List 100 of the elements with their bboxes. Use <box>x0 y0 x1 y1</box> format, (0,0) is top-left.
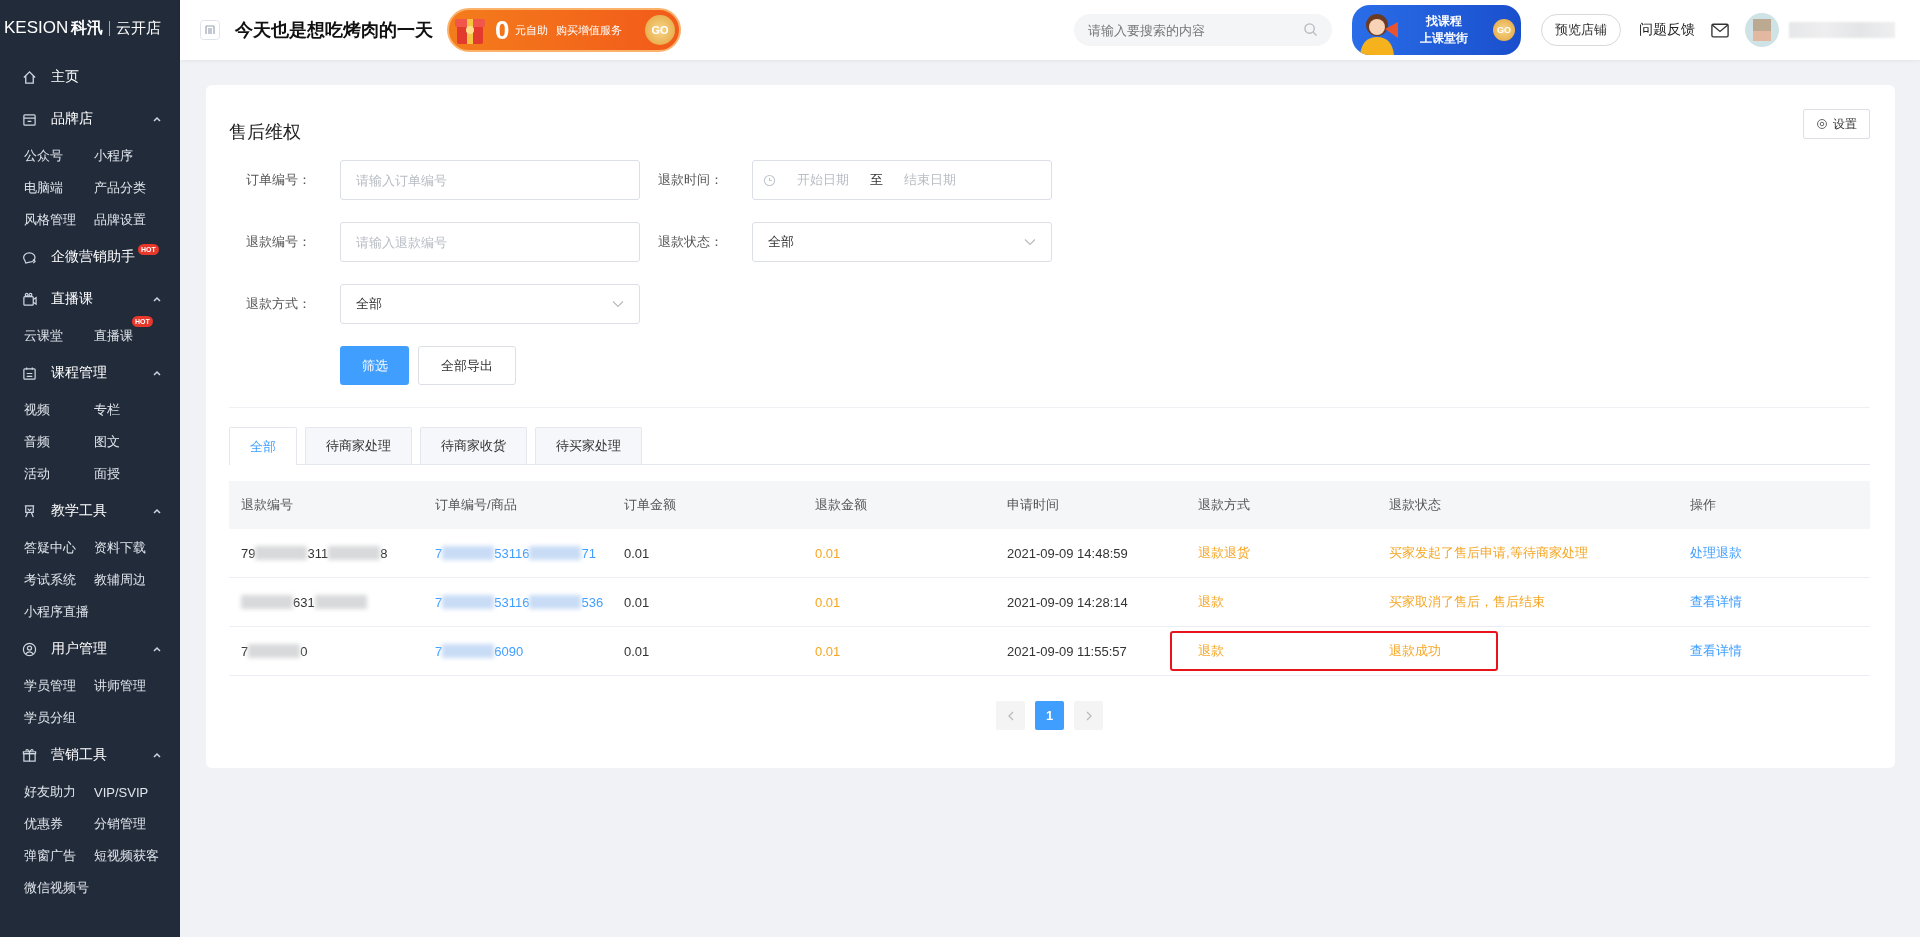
menu-group-label[interactable]: 品牌店 <box>51 110 93 128</box>
mail-icon[interactable] <box>1711 22 1729 38</box>
menu-group-label[interactable]: 教学工具 <box>51 502 107 520</box>
menu-item[interactable]: 活动 <box>24 465 50 483</box>
menu-item[interactable]: 企微营销助手 <box>51 248 135 266</box>
menu-item[interactable]: 教辅周边 <box>94 571 146 589</box>
menu-item[interactable]: 音频 <box>24 433 50 451</box>
brand-logo-text: 科汛 <box>71 17 104 38</box>
column-header: 退款状态 <box>1388 496 1442 514</box>
refund-number-cell-text: 7 0 <box>240 643 309 659</box>
go-badge: GO <box>645 15 675 45</box>
calendar-icon <box>22 365 37 381</box>
search-field[interactable]: 请输入要搜索的内容 <box>1074 14 1332 46</box>
tab[interactable]: 待买家处理 <box>535 427 642 464</box>
user-icon <box>22 641 37 657</box>
preview-store-button[interactable]: 预览店铺 <box>1541 14 1621 46</box>
menu-item[interactable]: 微信视频号 <box>24 879 89 897</box>
table-cell-text: 退款 <box>1197 642 1225 660</box>
menu-item[interactable]: 答疑中心 <box>24 539 76 557</box>
table-cell-text: 0.01 <box>814 545 842 561</box>
promo-text: 购买增值服务 <box>556 22 623 38</box>
column-header: 订单编号/商品 <box>434 496 518 514</box>
menu-item[interactable]: 学员管理 <box>24 677 76 695</box>
shop-name: 今天也是想吃烤肉的一天 <box>235 19 433 42</box>
chevron-icon[interactable] <box>152 368 162 378</box>
refund-number-cell-text: 79 311 8 <box>240 545 389 561</box>
menu-item[interactable]: 考试系统 <box>24 571 76 589</box>
text-field[interactable]: 请输入退款编号 <box>340 222 640 262</box>
menu-item[interactable]: 面授 <box>94 465 120 483</box>
course-banner[interactable]: 找课程 上课堂街 GO <box>1352 5 1521 55</box>
chevron-icon[interactable] <box>152 506 162 516</box>
chevron-right-icon <box>1084 710 1093 721</box>
column-header: 申请时间 <box>1006 496 1060 514</box>
settings-icon <box>1816 118 1828 130</box>
table-cell-text: 0.01 <box>623 643 651 659</box>
product-name: 云开店 <box>116 18 162 38</box>
menu-item[interactable]: 品牌设置 <box>94 211 146 229</box>
menu-item[interactable]: VIP/SVIP <box>94 784 149 800</box>
menu-item[interactable]: 优惠券 <box>24 815 63 833</box>
menu-item[interactable]: 讲师管理 <box>94 677 146 695</box>
course-banner-subtitle: 上课堂街 <box>1420 30 1468 47</box>
menu-item[interactable]: 风格管理 <box>24 211 76 229</box>
course-banner-title: 找课程 <box>1426 13 1462 30</box>
table-cell-text: 0.01 <box>623 594 651 610</box>
refund-number-cell: 631 <box>229 594 423 610</box>
column-header: 退款编号 <box>240 496 294 514</box>
settings-button[interactable]: 设置 <box>1803 109 1870 139</box>
menu-item[interactable]: 视频 <box>24 401 50 419</box>
brand-logo: KESION <box>4 18 69 38</box>
chevron-icon[interactable] <box>152 294 162 304</box>
clock-icon <box>763 173 776 187</box>
select-field[interactable]: 全部 <box>752 222 1052 262</box>
filter-label: 退款方式： <box>245 295 312 313</box>
page-title: 售后维权 <box>229 121 301 144</box>
promo-unit: 元自助 <box>515 22 549 38</box>
menu-item[interactable]: 专栏 <box>94 401 120 419</box>
chevron-icon[interactable] <box>152 750 162 760</box>
store-icon <box>22 111 37 127</box>
menu-item[interactable]: 图文 <box>94 433 120 451</box>
menu-item[interactable]: 分销管理 <box>94 815 146 833</box>
menu-item[interactable]: 短视频获客 <box>94 847 159 865</box>
select-field[interactable]: 全部 <box>340 284 640 324</box>
menu-item[interactable]: 弹窗广告 <box>24 847 76 865</box>
menu-item[interactable]: 云课堂 <box>24 327 63 345</box>
column-header: 订单金额 <box>623 496 677 514</box>
menu-item[interactable]: 公众号 <box>24 147 63 165</box>
menu-item[interactable]: 电脑端 <box>24 179 63 197</box>
feedback-link[interactable]: 问题反馈 <box>1639 21 1695 39</box>
table-cell-text: 0.01 <box>623 545 651 561</box>
tab[interactable]: 待商家处理 <box>305 427 412 464</box>
gift-icon <box>22 747 37 763</box>
table-cell-text: 买家发起了售后申请,等待商家处理 <box>1388 544 1589 562</box>
menu-item[interactable]: 好友助力 <box>24 783 76 801</box>
menu-group-label[interactable]: 营销工具 <box>51 746 107 764</box>
menu-item[interactable]: 直播课 <box>94 327 133 345</box>
filter-label: 退款编号： <box>245 233 312 251</box>
export-button[interactable]: 全部导出 <box>418 346 516 385</box>
chat-icon <box>22 249 37 265</box>
table-cell-text: 退款成功 <box>1388 642 1442 660</box>
table-cell-text: 2021-09-09 11:55:57 <box>1006 643 1128 659</box>
easel-icon <box>22 503 37 519</box>
shop-icon <box>200 20 220 40</box>
column-header: 退款方式 <box>1197 496 1251 514</box>
chevron-icon[interactable] <box>152 114 162 124</box>
chevron-icon[interactable] <box>152 644 162 654</box>
menu-group-label[interactable]: 用户管理 <box>51 640 107 658</box>
menu-group-label[interactable]: 直播课 <box>51 290 93 308</box>
chevron-left-icon <box>1006 710 1015 721</box>
menu-item[interactable]: 资料下载 <box>94 539 146 557</box>
menu-item[interactable]: 学员分组 <box>24 709 76 727</box>
menu-item[interactable]: 小程序直播 <box>24 603 89 621</box>
promo-amount: 0 <box>495 14 510 46</box>
menu-item[interactable]: 主页 <box>51 68 79 86</box>
filter-label: 退款时间： <box>657 171 724 189</box>
text-field[interactable]: 请输入订单编号 <box>340 160 640 200</box>
menu-item[interactable]: 产品分类 <box>94 179 146 197</box>
menu-item[interactable]: 小程序 <box>94 147 133 165</box>
menu-group-label[interactable]: 课程管理 <box>51 364 107 382</box>
tab[interactable]: 待商家收货 <box>420 427 527 464</box>
table-cell-text: 0.01 <box>814 643 842 659</box>
